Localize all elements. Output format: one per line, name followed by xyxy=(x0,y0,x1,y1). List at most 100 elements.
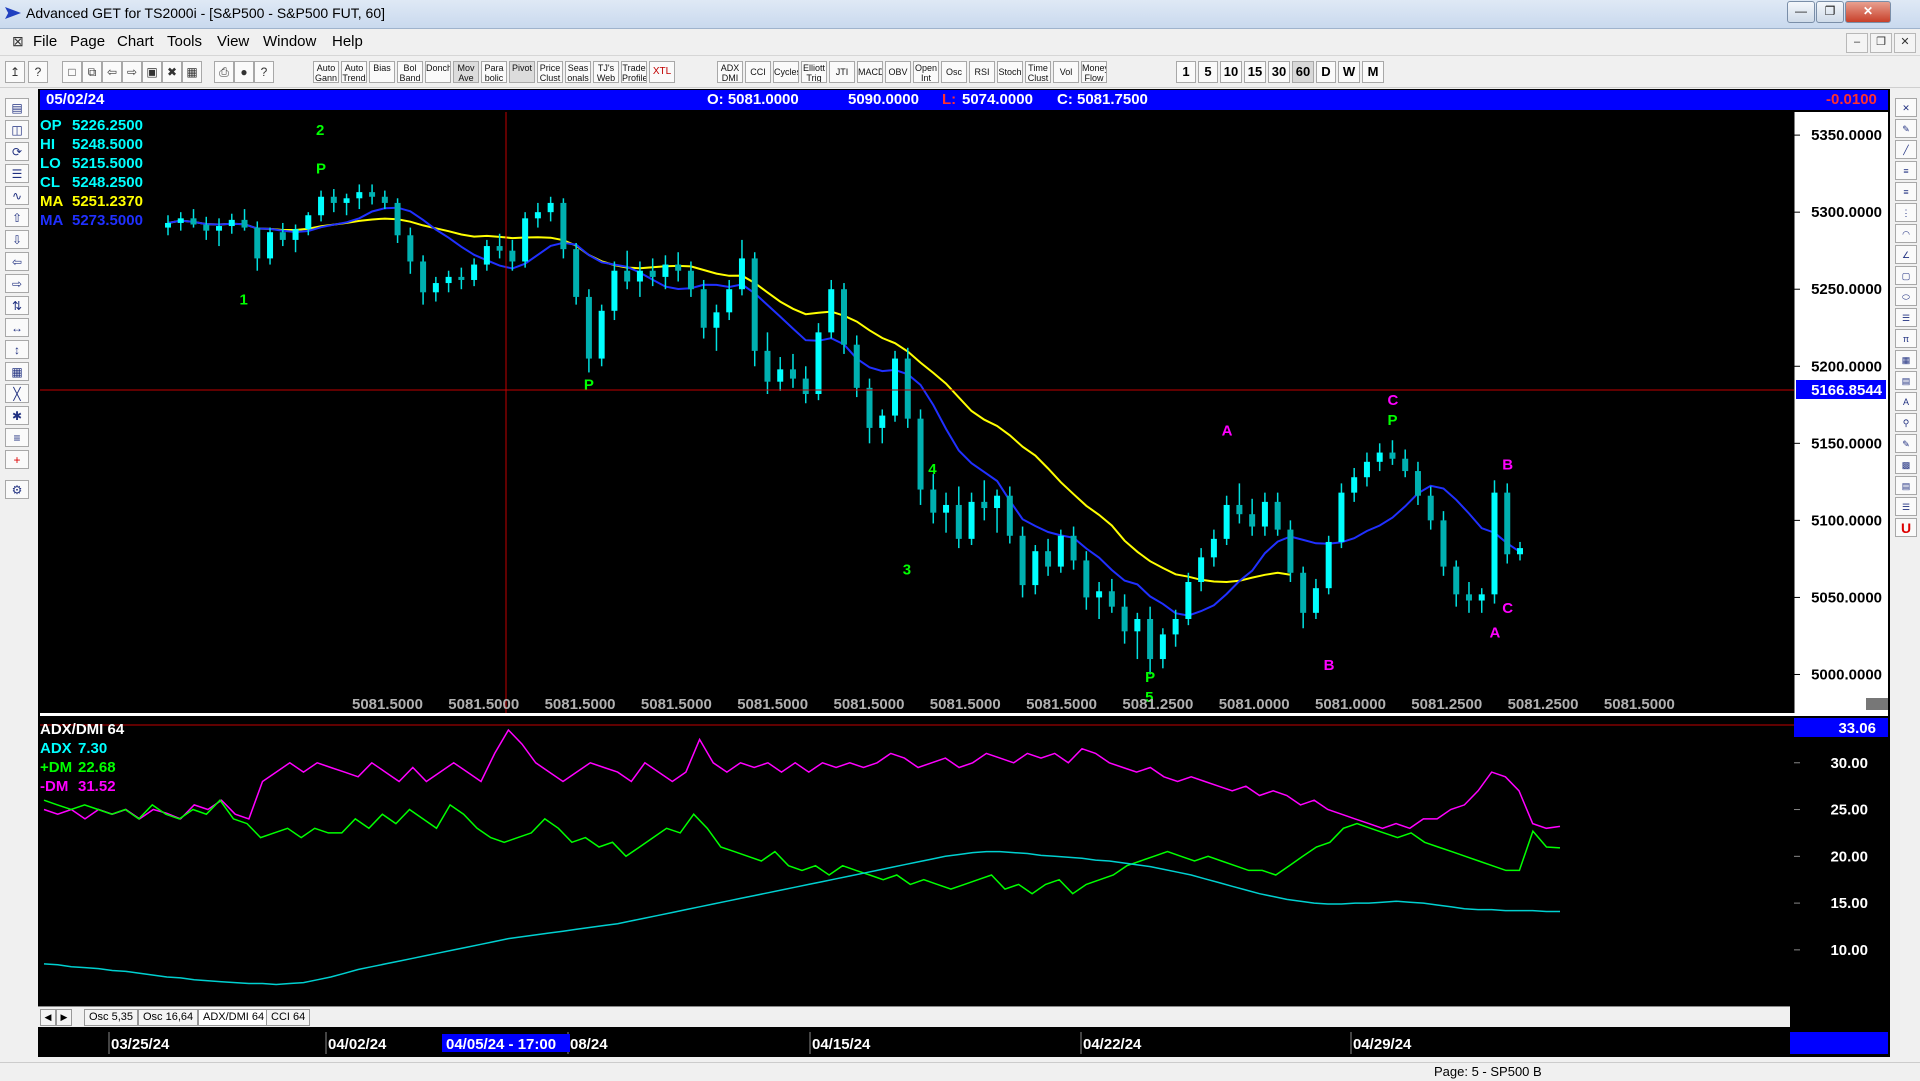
legend-value: 5248.2500 xyxy=(72,174,143,191)
wave-label: 1 xyxy=(240,292,248,309)
legend-label: MA xyxy=(40,193,63,210)
date-axis-label: 04/15/24 xyxy=(812,1036,871,1053)
price-axis-label: 5300.0000 xyxy=(1811,204,1882,221)
date-axis-label: 04/29/24 xyxy=(1353,1036,1412,1053)
indicator-legend-label: -DM xyxy=(40,778,68,795)
bar-value-label: 5081.5000 xyxy=(1026,696,1097,713)
indicator-axis-label: 20.00 xyxy=(1830,848,1868,865)
candle xyxy=(904,347,911,428)
indicator-axis-label: 10.00 xyxy=(1830,942,1868,959)
tab-osc-5-35[interactable]: Osc 5,35 xyxy=(84,1009,139,1026)
price-axis xyxy=(1794,112,1888,713)
candle xyxy=(1491,480,1498,604)
indicator-panel xyxy=(40,716,1794,1006)
price-axis-label: 5000.0000 xyxy=(1811,666,1882,683)
bar-value-label: 5081.0000 xyxy=(1219,696,1290,713)
date-axis-corner xyxy=(1790,1032,1888,1054)
candle xyxy=(841,283,847,354)
candle xyxy=(1057,529,1064,573)
study-tabs: ◀ ▶ Osc 5,35 Osc 16,64 ADX/DMI 64 CCI 64 xyxy=(38,1006,1790,1027)
indicator-legend-label: ADX xyxy=(40,740,72,757)
legend-label: LO xyxy=(40,155,61,172)
legend-value: 5248.5000 xyxy=(72,136,143,153)
tab-next-button[interactable]: ▶ xyxy=(56,1009,72,1026)
bar-value-label: 5081.5000 xyxy=(1604,696,1675,713)
chart-canvas[interactable]: 5350.0000 5300.0000 5250.0000 5200.0000 5150… xyxy=(0,0,1920,1080)
indicator-legend-value: 7.30 xyxy=(78,740,107,757)
tab-osc-16-64[interactable]: Osc 16,64 xyxy=(138,1009,199,1026)
date-axis-label: 04/22/24 xyxy=(1083,1036,1142,1053)
indicator-axis-label: 25.00 xyxy=(1830,802,1868,819)
candle xyxy=(815,323,822,401)
wave-label: 3 xyxy=(903,561,911,578)
wave-label: A xyxy=(1489,624,1500,641)
indicator-legend-value: 22.68 xyxy=(78,759,116,776)
price-axis-label: 5200.0000 xyxy=(1811,358,1882,375)
bar-value-label: 5081.5000 xyxy=(737,696,808,713)
bar-value-label: 5081.5000 xyxy=(641,696,712,713)
date-axis-label: 04/02/24 xyxy=(328,1036,387,1053)
candle xyxy=(598,304,605,367)
price-axis-label: 5250.0000 xyxy=(1811,281,1882,298)
legend-value: 5273.5000 xyxy=(72,212,143,229)
wave-label: 2 xyxy=(316,122,324,139)
legend-label: CL xyxy=(40,174,60,191)
wave-label: 4 xyxy=(928,461,937,478)
legend-label: MA xyxy=(40,212,63,229)
price-axis-label: 5150.0000 xyxy=(1811,435,1882,452)
indicator-legend-label: +DM xyxy=(40,759,72,776)
status-page: Page: 5 - SP500 B xyxy=(1434,1064,1542,1079)
price-axis-label: 5350.0000 xyxy=(1811,127,1882,144)
wave-label: C xyxy=(1502,600,1513,617)
bar-value-label: 5081.0000 xyxy=(1315,696,1386,713)
wave-label: P xyxy=(1387,412,1397,429)
candle xyxy=(751,252,758,367)
wave-label: C xyxy=(1387,392,1398,409)
tab-adx-dmi-64[interactable]: ADX/DMI 64 xyxy=(198,1009,270,1026)
candle xyxy=(1504,483,1511,564)
candle xyxy=(1325,535,1332,595)
indicator-legend-value: 31.52 xyxy=(78,778,116,795)
price-axis-label: 5100.0000 xyxy=(1811,512,1882,529)
legend-label: OP xyxy=(40,117,62,134)
scroll-corner-icon[interactable] xyxy=(1866,698,1888,710)
wave-label: B xyxy=(1324,657,1335,674)
bar-value-label: 5081.2500 xyxy=(1508,696,1579,713)
bar-value-label: 5081.2500 xyxy=(1122,696,1193,713)
bar-value-label: 5081.5000 xyxy=(448,696,519,713)
date-cursor-label: 04/05/24 - 17:00 xyxy=(446,1036,556,1053)
wave-label: P xyxy=(316,161,326,178)
candle xyxy=(522,212,529,268)
wave-label: B xyxy=(1502,457,1513,474)
wave-label: P xyxy=(584,376,594,393)
indicator-axis-label: 15.00 xyxy=(1830,895,1868,912)
bar-value-label: 5081.2500 xyxy=(1411,696,1482,713)
candle xyxy=(1287,520,1294,583)
indicator-crosshair-label: 33.06 xyxy=(1838,720,1876,737)
wave-label: P xyxy=(1145,669,1155,686)
legend-value: 5215.5000 xyxy=(72,155,143,172)
wave-label: A xyxy=(1222,423,1233,440)
price-panel xyxy=(40,112,1794,713)
legend-value: 5226.2500 xyxy=(72,117,143,134)
date-axis-label: 08/24 xyxy=(570,1036,608,1053)
legend-label: HI xyxy=(40,136,55,153)
tab-cci-64[interactable]: CCI 64 xyxy=(266,1009,311,1026)
bar-value-label: 5081.5000 xyxy=(930,696,1001,713)
indicator-axis-label: 30.00 xyxy=(1830,755,1868,772)
price-axis-label: 5050.0000 xyxy=(1811,589,1882,606)
status-bar: Page: 5 - SP500 B xyxy=(0,1062,1920,1081)
indicator-title: ADX/DMI 64 xyxy=(40,721,125,738)
bar-value-label: 5081.5000 xyxy=(834,696,905,713)
candle xyxy=(1338,483,1345,549)
candle xyxy=(853,335,860,398)
legend-value: 5251.2370 xyxy=(72,193,143,210)
candle xyxy=(892,350,899,422)
bar-value-label: 5081.5000 xyxy=(352,696,423,713)
candle xyxy=(1440,511,1447,576)
candle xyxy=(573,242,580,305)
date-axis-label: 03/25/24 xyxy=(111,1036,170,1053)
crosshair-price-label: 5166.8544 xyxy=(1811,382,1883,399)
date-axis xyxy=(40,1032,1794,1054)
tab-prev-button[interactable]: ◀ xyxy=(40,1009,56,1026)
